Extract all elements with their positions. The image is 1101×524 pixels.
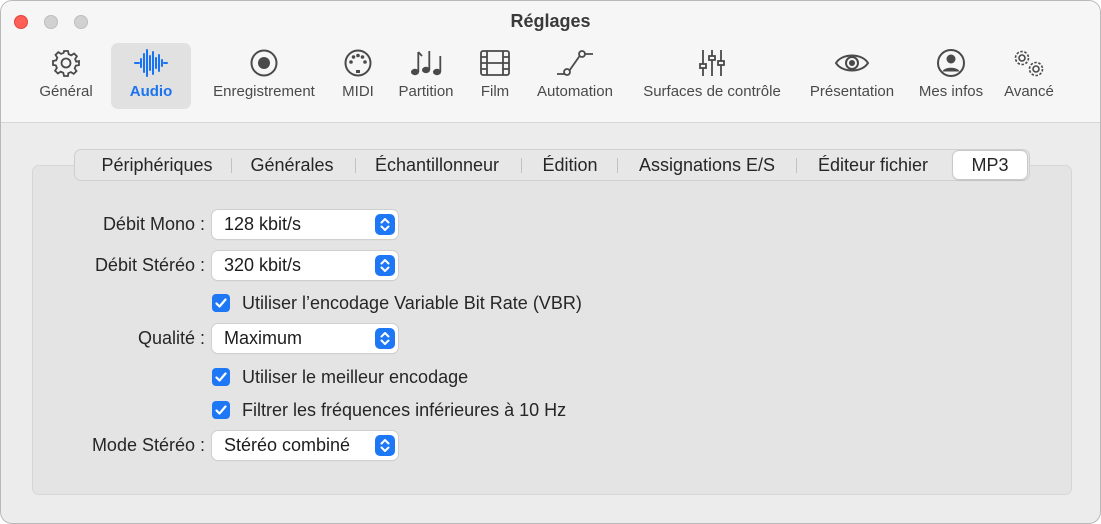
stereo-mode-select[interactable]: Stéréo combiné xyxy=(212,431,398,460)
person-icon xyxy=(936,43,966,83)
toolbar-item-label: MIDI xyxy=(342,83,374,100)
preferences-window: Réglages Général Audio Enregistrement MI… xyxy=(0,0,1101,524)
faders-icon xyxy=(697,43,727,83)
quality-label: Qualité : xyxy=(137,328,205,348)
toolbar-item-label: Automation xyxy=(537,83,613,100)
toolbar-item-label: Général xyxy=(39,83,93,100)
tab-divider xyxy=(231,158,232,173)
gear-icon xyxy=(51,43,81,83)
toolbar-item-recording[interactable]: Enregistrement xyxy=(203,43,325,109)
best-encoding-checkbox[interactable]: Utiliser le meilleur encodage xyxy=(212,366,468,388)
checkmark-icon xyxy=(212,401,230,419)
mono-bitrate-select[interactable]: 128 kbit/s xyxy=(212,210,398,239)
updown-chevron-icon xyxy=(375,328,395,349)
tab-generales[interactable]: Générales xyxy=(239,150,345,180)
toolbar-item-score[interactable]: Partition xyxy=(390,43,462,109)
eye-icon xyxy=(834,43,870,83)
toolbar-item-label: Mes infos xyxy=(918,83,984,100)
tab-edition[interactable]: Édition xyxy=(531,150,609,180)
film-icon xyxy=(479,43,511,83)
vbr-checkbox[interactable]: Utiliser l’encodage Variable Bit Rate (V… xyxy=(212,292,582,314)
waveform-icon xyxy=(133,43,169,83)
tab-divider xyxy=(355,158,356,173)
midi-port-icon xyxy=(343,43,373,83)
lowcut-filter-checkbox[interactable]: Filtrer les fréquences inférieures à 10 … xyxy=(212,399,566,421)
toolbar-item-label: Avancé xyxy=(1004,83,1054,100)
stereo-bitrate-select[interactable]: 320 kbit/s xyxy=(212,251,398,280)
window-titlebar: Réglages Général Audio Enregistrement MI… xyxy=(1,1,1100,123)
toolbar-item-advanced[interactable]: Avancé xyxy=(997,43,1061,109)
stereo-mode-label: Mode Stéréo : xyxy=(91,435,205,455)
tab-divider xyxy=(796,158,797,173)
select-value: 320 kbit/s xyxy=(224,255,302,275)
vbr-checkbox-label: Utiliser l’encodage Variable Bit Rate (V… xyxy=(242,292,582,313)
audio-tabs: Périphériques Générales Échantillonneur … xyxy=(74,149,1030,181)
select-value: 128 kbit/s xyxy=(224,214,302,234)
lowcut-filter-checkbox-label: Filtrer les fréquences inférieures à 10 … xyxy=(242,399,567,420)
toolbar-item-automation[interactable]: Automation xyxy=(527,43,623,109)
tab-editeur-fichier[interactable]: Éditeur fichier xyxy=(805,150,941,180)
toolbar-item-label: Audio xyxy=(129,83,173,100)
gears-icon xyxy=(1011,43,1047,83)
toolbar-item-label: Présentation xyxy=(809,83,895,100)
toolbar-item-label: Partition xyxy=(398,83,454,100)
stereo-bitrate-label: Débit Stéréo : xyxy=(94,255,205,275)
select-value: Stéréo combiné xyxy=(224,435,351,455)
updown-chevron-icon xyxy=(375,255,395,276)
toolbar-item-film[interactable]: Film xyxy=(471,43,519,109)
select-value: Maximum xyxy=(224,328,303,348)
quality-select[interactable]: Maximum xyxy=(212,324,398,353)
toolbar-item-label: Enregistrement xyxy=(213,83,315,100)
checkmark-icon xyxy=(212,368,230,386)
toolbar-item-midi[interactable]: MIDI xyxy=(335,43,381,109)
tab-divider xyxy=(617,158,618,173)
window-title: Réglages xyxy=(510,11,591,31)
updown-chevron-icon xyxy=(375,435,395,456)
toolbar-item-view[interactable]: Présentation xyxy=(801,43,903,109)
tab-mp3[interactable]: MP3 xyxy=(953,151,1027,179)
tab-assignations-es[interactable]: Assignations E/S xyxy=(625,150,789,180)
updown-chevron-icon xyxy=(375,214,395,235)
tab-divider xyxy=(521,158,522,173)
mono-bitrate-label: Débit Mono : xyxy=(102,214,205,234)
record-icon xyxy=(249,43,279,83)
toolbar-item-control-surfaces[interactable]: Surfaces de contrôle xyxy=(629,43,795,109)
checkmark-icon xyxy=(212,294,230,312)
tab-peripheriques[interactable]: Périphériques xyxy=(83,150,231,180)
toolbar-item-my-info[interactable]: Mes infos xyxy=(911,43,991,109)
toolbar-item-label: Film xyxy=(480,83,510,100)
toolbar-item-audio[interactable]: Audio xyxy=(111,43,191,109)
preferences-toolbar: Général Audio Enregistrement MIDI Partit… xyxy=(1,43,1100,111)
toolbar-item-general[interactable]: Général xyxy=(33,43,99,109)
music-notes-icon xyxy=(409,43,443,83)
tab-echantillonneur[interactable]: Échantillonneur xyxy=(363,150,511,180)
toolbar-item-label: Surfaces de contrôle xyxy=(643,83,781,100)
best-encoding-checkbox-label: Utiliser le meilleur encodage xyxy=(242,366,469,387)
automation-curve-icon xyxy=(555,43,595,83)
